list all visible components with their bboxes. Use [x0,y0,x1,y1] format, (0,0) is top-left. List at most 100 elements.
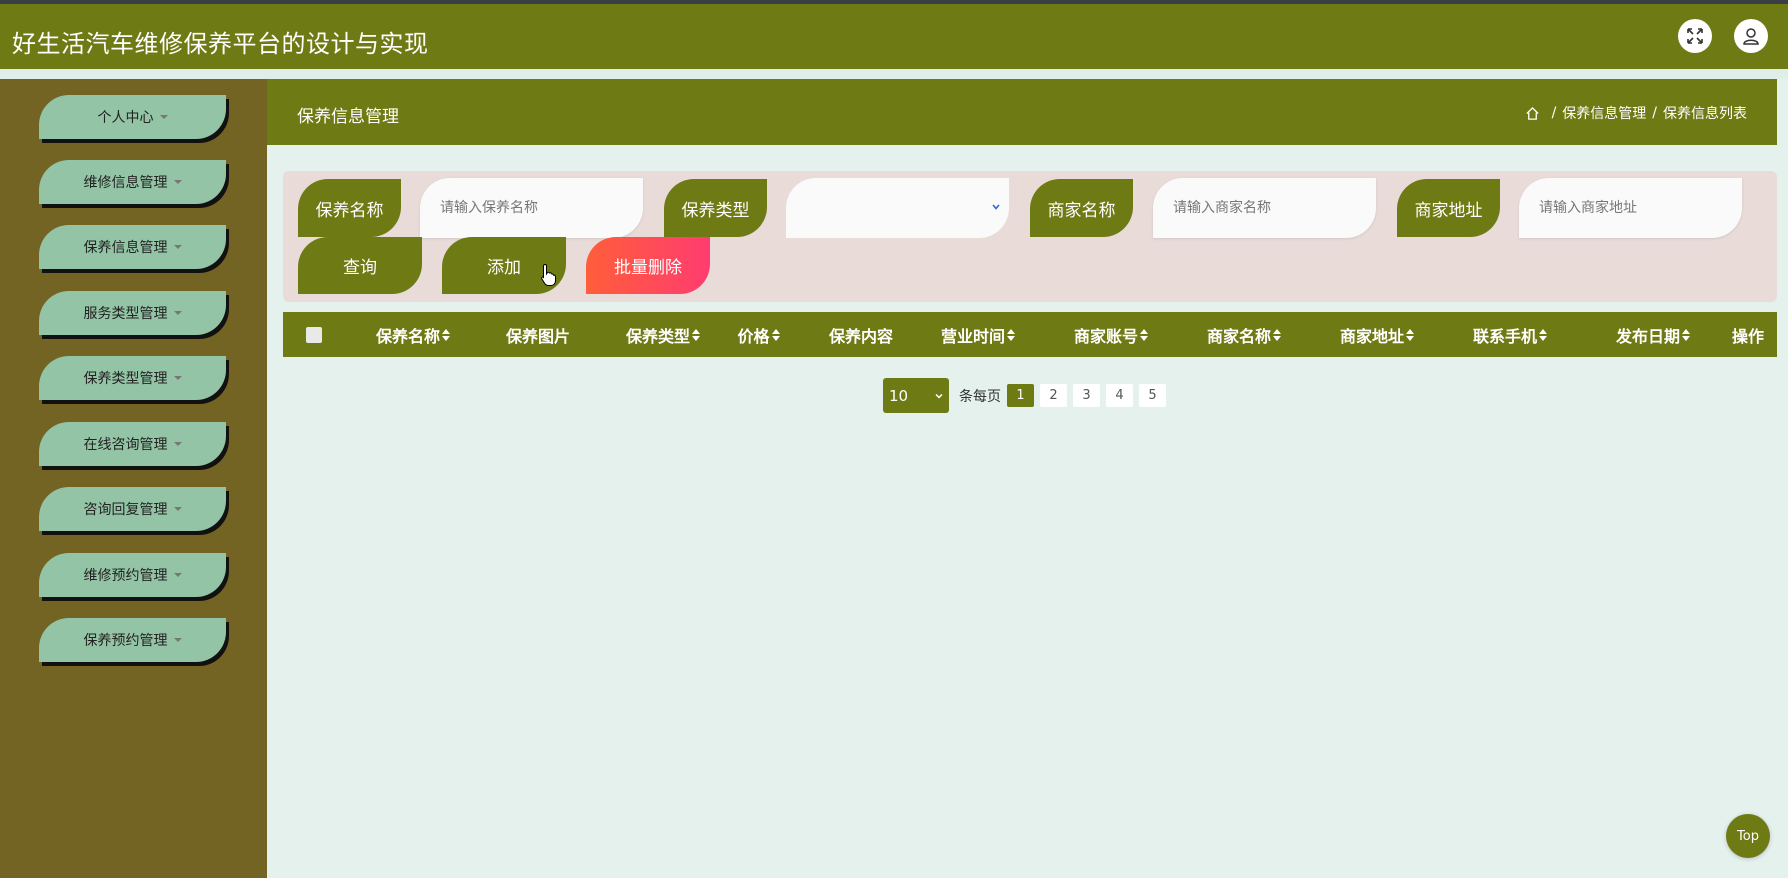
column-header-publish-date[interactable]: 发布日期 [1603,312,1703,357]
top-bar: 好生活汽车维修保养平台的设计与实现 [0,0,1788,69]
merchant-name-input[interactable] [1153,178,1376,238]
column-header-merchant-account[interactable]: 商家账号 [1061,312,1161,357]
sidebar: 个人中心 维修信息管理 保养信息管理 服务类型管理 保养类型管理 在线咨询管理 … [0,79,267,878]
sidebar-item-label: 个人中心 [97,110,154,126]
sort-icon [692,328,700,341]
sidebar-item-online-consult[interactable]: 在线咨询管理 [39,422,226,466]
column-label: 联系手机 [1472,326,1537,346]
chevron-down-icon [173,376,182,380]
chevron-down-icon [173,180,182,184]
page-size-select[interactable]: 10 [883,378,949,413]
column-header-actions: 操作 [1723,312,1773,357]
select-all-checkbox[interactable] [306,327,322,343]
back-to-top-button[interactable]: Top [1726,814,1770,858]
merchant-address-label: 商家地址 [1397,179,1500,237]
chevron-down-icon [935,393,943,399]
chevron-down-icon [173,311,182,315]
column-header-merchant-name[interactable]: 商家名称 [1194,312,1294,357]
sidebar-item-maintenance-type[interactable]: 保养类型管理 [39,356,226,400]
expand-icon [1687,28,1703,44]
fullscreen-button[interactable] [1678,19,1712,53]
column-label: 保养类型 [625,326,690,346]
app-title: 好生活汽车维修保养平台的设计与实现 [12,30,429,58]
sort-icon [1273,328,1281,341]
user-menu-button[interactable] [1734,19,1768,53]
page-header: 保养信息管理 / 保养信息管理 / 保养信息列表 [267,79,1777,145]
pagination: 10 条每页 1 2 3 4 5 [883,378,1166,413]
column-label: 商家账号 [1073,326,1138,346]
column-header-maintenance-name[interactable]: 保养名称 [363,312,463,357]
maintenance-name-input[interactable] [420,178,643,238]
column-label: 价格 [737,326,770,346]
chevron-down-icon [173,573,182,577]
chevron-down-icon [173,507,182,511]
column-label: 发布日期 [1615,326,1680,346]
page-size-value: 10 [889,386,909,405]
sort-icon [1539,328,1547,341]
batch-delete-button[interactable]: 批量删除 [586,237,710,294]
page-button-5[interactable]: 5 [1139,384,1166,407]
column-label: 操作 [1731,326,1764,346]
sort-icon [771,328,780,341]
sidebar-item-consult-reply[interactable]: 咨询回复管理 [39,487,226,531]
top-strip [0,69,1788,79]
sort-icon [442,328,450,341]
breadcrumb-separator: / [1652,105,1657,121]
sort-icon [1007,328,1015,341]
column-label: 营业时间 [940,326,1005,346]
page-button-4[interactable]: 4 [1106,384,1133,407]
per-page-label: 条每页 [959,388,1001,405]
maintenance-type-select[interactable] [786,178,1009,238]
chevron-down-icon [173,442,182,446]
sort-icon [1140,328,1148,341]
sidebar-item-repair-booking[interactable]: 维修预约管理 [39,553,226,597]
sidebar-item-label: 在线咨询管理 [83,437,168,453]
column-header-maintenance-image: 保养图片 [488,312,588,357]
chevron-down-icon [173,245,182,249]
breadcrumb-separator: / [1551,105,1557,121]
sort-icon [1406,328,1414,341]
sidebar-item-profile[interactable]: 个人中心 [39,95,226,139]
hand-cursor-icon [541,263,556,286]
chevron-down-icon [992,204,1000,210]
sidebar-item-label: 服务类型管理 [83,306,168,322]
page-button-3[interactable]: 3 [1073,384,1100,407]
column-header-maintenance-content: 保养内容 [811,312,911,357]
chevron-down-icon [159,115,168,119]
chevron-down-icon [173,638,182,642]
column-label: 保养内容 [828,326,893,346]
column-label: 商家名称 [1206,326,1271,346]
sidebar-item-label: 保养信息管理 [83,240,168,256]
sidebar-item-label: 咨询回复管理 [83,502,168,518]
search-panel: 保养名称 保养类型 商家名称 商家地址 查询 添加 批量删除 [283,171,1777,302]
column-header-maintenance-type[interactable]: 保养类型 [613,312,713,357]
table-header: 保养名称 保养图片 保养类型 价格 保养内容 营业时间 商家账号 商家名称 商家… [283,312,1777,357]
breadcrumb: / 保养信息管理 / 保养信息列表 [1525,103,1747,123]
sidebar-item-label: 保养预约管理 [83,633,168,649]
page-title: 保养信息管理 [297,107,399,127]
column-header-price[interactable]: 价格 [726,312,791,357]
merchant-name-label: 商家名称 [1030,179,1133,237]
sidebar-item-service-type[interactable]: 服务类型管理 [39,291,226,335]
page-button-2[interactable]: 2 [1040,384,1067,407]
column-label: 商家地址 [1339,326,1404,346]
column-label: 保养图片 [505,326,570,346]
column-header-contact-phone[interactable]: 联系手机 [1460,312,1560,357]
home-icon[interactable] [1525,106,1540,121]
maintenance-name-label: 保养名称 [298,179,401,237]
page-button-1[interactable]: 1 [1007,384,1034,407]
sidebar-item-maintenance-booking[interactable]: 保养预约管理 [39,618,226,662]
breadcrumb-item-current: 保养信息列表 [1663,106,1747,122]
merchant-address-input[interactable] [1519,178,1742,238]
column-header-business-hours[interactable]: 营业时间 [928,312,1028,357]
sort-icon [1682,328,1690,341]
column-label: 保养名称 [375,326,440,346]
breadcrumb-item[interactable]: 保养信息管理 [1562,103,1646,123]
user-icon [1743,28,1759,45]
sidebar-item-label: 维修预约管理 [83,568,168,584]
query-button[interactable]: 查询 [298,237,422,294]
column-header-merchant-address[interactable]: 商家地址 [1327,312,1427,357]
sidebar-item-label: 保养类型管理 [83,371,168,387]
sidebar-item-repair-info[interactable]: 维修信息管理 [39,160,226,204]
sidebar-item-maintenance-info[interactable]: 保养信息管理 [39,225,226,269]
